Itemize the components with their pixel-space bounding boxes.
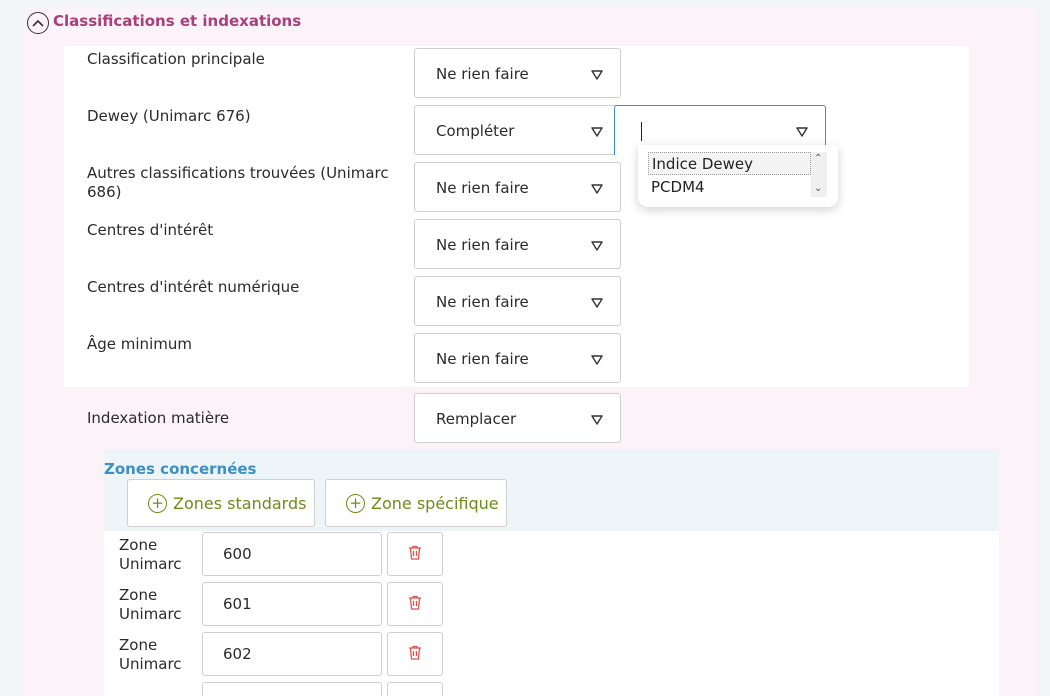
delete-zone-button-partial[interactable] xyxy=(387,682,443,696)
select-value: Remplacer xyxy=(436,410,517,428)
zone-unimarc-input[interactable]: 600 xyxy=(202,532,382,576)
option-pcdm4[interactable]: PCDM4 xyxy=(648,176,811,199)
trash-icon xyxy=(408,595,422,614)
plus-circle-icon: + xyxy=(148,493,167,513)
dewey-target-options: Indice Dewey PCDM4 ⌃ ⌄ xyxy=(638,145,838,207)
delete-zone-button[interactable] xyxy=(387,582,443,626)
trash-icon xyxy=(408,545,422,564)
add-standard-zones-label: Zones standards xyxy=(173,493,307,513)
zone-unimarc-input-partial[interactable] xyxy=(202,682,382,696)
add-standard-zones-button[interactable]: + Zones standards xyxy=(127,479,315,527)
select-dewey[interactable]: Compléter xyxy=(414,105,621,155)
zone-row-label: Zone Unimarc xyxy=(119,586,182,623)
scroll-up-icon[interactable]: ⌃ xyxy=(814,154,822,164)
option-indice-dewey[interactable]: Indice Dewey xyxy=(648,152,811,175)
dropdown-arrow-icon xyxy=(591,351,603,370)
section-header[interactable]: Classifications et indexations xyxy=(27,8,301,34)
dropdown-arrow-icon xyxy=(591,180,603,199)
select-age-minimum[interactable]: Ne rien faire xyxy=(414,333,621,383)
select-classification-principale[interactable]: Ne rien faire xyxy=(414,48,621,98)
select-value: Ne rien faire xyxy=(436,350,529,368)
zone-unimarc-input[interactable]: 602 xyxy=(202,632,382,676)
row-label-centres-interet: Centres d'intérêt xyxy=(87,221,214,239)
dropdown-scrollbar[interactable]: ⌃ ⌄ xyxy=(811,152,827,197)
row-label-centres-interet-numerique: Centres d'intérêt numérique xyxy=(87,278,300,296)
row-label-autres-classifications: Autres classifications trouvées (Unimarc… xyxy=(87,164,389,201)
select-value: Ne rien faire xyxy=(436,179,529,197)
section-title: Classifications et indexations xyxy=(53,12,302,30)
select-autres-classifications[interactable]: Ne rien faire xyxy=(414,162,621,212)
select-value: Ne rien faire xyxy=(436,65,529,83)
row-label-age-minimum: Âge minimum xyxy=(87,335,192,353)
select-centres-interet[interactable]: Ne rien faire xyxy=(414,219,621,269)
select-value: Ne rien faire xyxy=(436,236,529,254)
trash-icon xyxy=(408,645,422,664)
zone-unimarc-input[interactable]: 601 xyxy=(202,582,382,626)
select-indexation-matiere[interactable]: Remplacer xyxy=(414,393,621,443)
text-caret xyxy=(641,122,642,141)
delete-zone-button[interactable] xyxy=(387,632,443,676)
dropdown-arrow-icon xyxy=(591,294,603,313)
select-value: Ne rien faire xyxy=(436,293,529,311)
dropdown-arrow-icon xyxy=(591,237,603,256)
select-value: Compléter xyxy=(436,122,515,140)
scroll-down-icon[interactable]: ⌄ xyxy=(814,184,822,194)
row-label-classification-principale: Classification principale xyxy=(87,50,265,68)
add-specific-zone-button[interactable]: + Zone spécifique xyxy=(325,479,507,527)
dropdown-arrow-icon xyxy=(591,411,603,430)
delete-zone-button[interactable] xyxy=(387,532,443,576)
dropdown-arrow-icon xyxy=(591,66,603,85)
select-centres-interet-numerique[interactable]: Ne rien faire xyxy=(414,276,621,326)
row-label-indexation-matiere: Indexation matière xyxy=(87,409,230,427)
add-specific-zone-label: Zone spécifique xyxy=(371,493,499,513)
dropdown-arrow-icon xyxy=(796,123,808,142)
plus-circle-icon: + xyxy=(346,493,365,513)
dropdown-arrow-icon xyxy=(591,123,603,142)
zones-title: Zones concernées xyxy=(104,460,257,478)
zone-row-label: Zone Unimarc xyxy=(119,636,182,673)
row-label-dewey: Dewey (Unimarc 676) xyxy=(87,107,251,125)
zone-row-label: Zone Unimarc xyxy=(119,536,182,573)
chevron-up-circle-icon[interactable] xyxy=(27,11,49,34)
